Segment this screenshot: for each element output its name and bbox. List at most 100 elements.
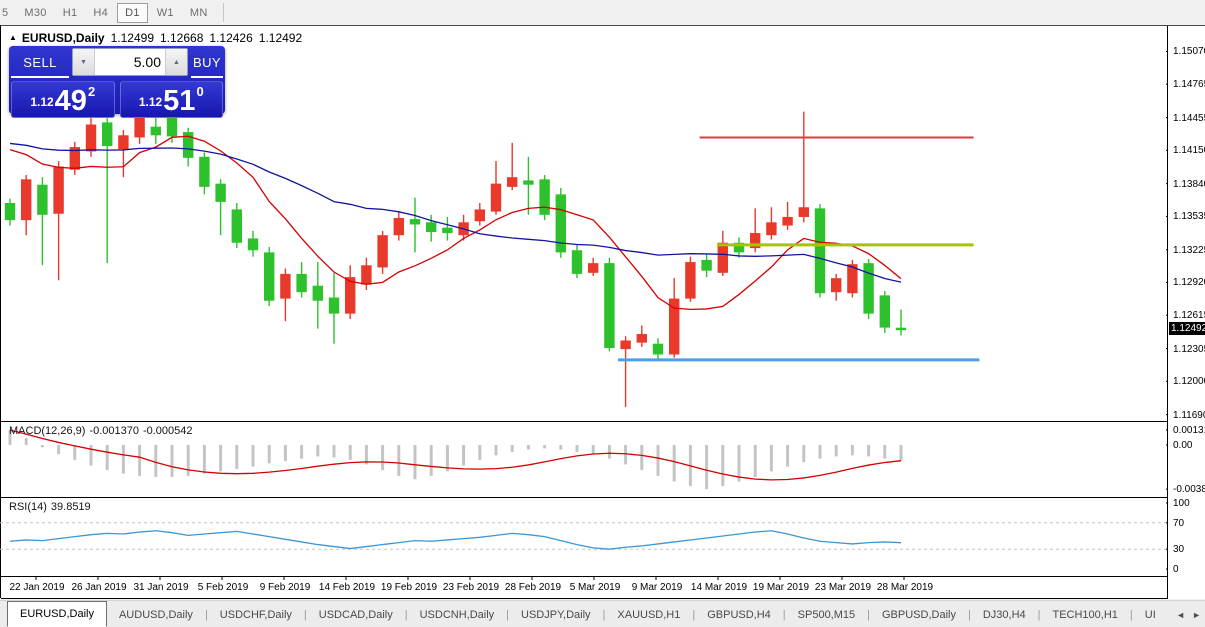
chart-tab-dj30-h4[interactable]: DJ30,H4 xyxy=(973,603,1036,627)
buy-quote-tile[interactable]: 1.12 51 0 xyxy=(119,81,223,118)
date-axis-label: 5 Feb 2019 xyxy=(197,582,249,593)
sell-price-prefix: 1.12 xyxy=(30,95,54,109)
timeframe-toolbar: 5 M30 H1 H4 D1 W1 MN xyxy=(0,0,1205,25)
tab-separator: | xyxy=(692,609,696,621)
tab-separator: | xyxy=(204,609,208,621)
volume-input[interactable] xyxy=(95,49,165,75)
chart-tab-sp500-m15[interactable]: SP500,M15 xyxy=(788,603,865,627)
date-axis-label: 23 Feb 2019 xyxy=(442,582,500,593)
bar-high-value: 1.12668 xyxy=(160,31,204,45)
volume-decrease-button[interactable]: ▼ xyxy=(73,49,95,75)
timeframe-button-mn[interactable]: MN xyxy=(183,4,215,22)
date-axis-label: 23 Mar 2019 xyxy=(814,582,872,593)
one-click-trading-panel: SELL ▼ ▲ BUY 1.12 49 2 1.12 51 0 xyxy=(9,46,225,118)
tab-separator: | xyxy=(404,609,408,621)
symbol-period-label: EURUSD,Daily xyxy=(21,31,105,45)
tab-separator: | xyxy=(782,609,786,621)
date-axis-label: 19 Mar 2019 xyxy=(752,582,810,593)
price-axis-label: 1.15070 xyxy=(1173,46,1205,58)
macd-pane-separator[interactable] xyxy=(1,421,1167,422)
macd-axis-label: 0.001313 xyxy=(1173,425,1205,436)
toolbar-separator xyxy=(222,3,224,22)
price-axis-label: 1.12000 xyxy=(1173,376,1205,388)
macd-value: -0.001370 xyxy=(89,425,139,437)
macd-axis-label: 0.00 xyxy=(1173,440,1193,451)
date-axis-label: 28 Feb 2019 xyxy=(504,582,562,593)
price-axis-label: 1.13840 xyxy=(1173,178,1205,190)
tab-scroll-right-icon[interactable]: ► xyxy=(1192,610,1201,620)
chart-tab-usdchf-daily[interactable]: USDCHF,Daily xyxy=(210,603,302,627)
chart-title: ▲ EURUSD,Daily 1.12499 1.12668 1.12426 1.1249… xyxy=(9,31,302,45)
rsi-axis-label: 70 xyxy=(1173,517,1185,529)
triangle-up-icon: ▲ xyxy=(173,58,180,66)
chart-bottom-border xyxy=(1,598,1167,599)
macd-axis-label: -0.00386 xyxy=(1173,484,1205,496)
chart-tab-tech100-h1[interactable]: TECH100,H1 xyxy=(1042,603,1127,627)
macd-label: MACD(12,26,9) -0.001370 -0.000542 xyxy=(9,425,197,437)
tab-separator: | xyxy=(867,609,870,621)
tab-separator: | xyxy=(506,609,510,621)
rsi-value: 39.8519 xyxy=(50,501,91,513)
price-axis-label: 1.14455 xyxy=(1173,112,1205,124)
price-axis-label: 1.14150 xyxy=(1173,145,1205,157)
trading-terminal: 5 M30 H1 H4 D1 W1 MN ▲ EURUSD,Daily 1.12499 1.126… xyxy=(0,0,1205,627)
chart-tab-usdjpy-daily[interactable]: USDJPY,Daily xyxy=(511,603,601,627)
rsi-name: RSI(14) xyxy=(9,501,47,513)
tab-separator: | xyxy=(602,609,606,621)
tab-separator: | xyxy=(967,609,971,621)
buy-price-prefix: 1.12 xyxy=(138,95,163,109)
timeframe-button-5[interactable]: 5 xyxy=(0,4,15,22)
price-axis[interactable]: 1.15070 1.14765 1.14455 1.14150 1.13840 1.135… xyxy=(1167,26,1205,599)
chart-tab-gbpusd-h4[interactable]: GBPUSD,H4 xyxy=(697,603,781,627)
tab-scroll-arrows: ◄ ► xyxy=(1170,610,1201,620)
tab-scroll-left-icon[interactable]: ◄ xyxy=(1176,610,1185,620)
date-axis-label: 14 Feb 2019 xyxy=(318,582,376,593)
date-axis-label: 31 Jan 2019 xyxy=(133,582,189,593)
timeframe-button-h4[interactable]: H4 xyxy=(86,4,115,22)
price-axis-label: 1.11690 xyxy=(1173,409,1205,421)
rsi-label: RSI(14) 39.8519 xyxy=(9,501,95,513)
date-axis-label: 28 Mar 2019 xyxy=(876,582,934,593)
chart-tab-audusd-daily[interactable]: AUDUSD,Daily xyxy=(109,603,203,627)
date-axis-label: 9 Feb 2019 xyxy=(259,582,311,593)
chart-tab-xauusd-h1[interactable]: XAUUSD,H1 xyxy=(607,603,690,627)
price-axis-label: 1.13535 xyxy=(1173,211,1205,223)
date-axis-label: 19 Feb 2019 xyxy=(380,582,438,593)
price-axis-label: 1.12615 xyxy=(1173,310,1205,322)
bar-low-value: 1.12426 xyxy=(209,31,253,45)
chart-tab-usdcnh-daily[interactable]: USDCNH,Daily xyxy=(410,603,505,627)
chart-tab-usdcad-daily[interactable]: USDCAD,Daily xyxy=(309,603,403,627)
date-axis-label: 9 Mar 2019 xyxy=(631,582,683,593)
chart-tab-bar: EURUSD,Daily AUDUSD,Daily | USDCHF,Daily | US… xyxy=(0,600,1205,627)
sell-price-pip: 2 xyxy=(87,84,96,99)
buy-price-big: 51 xyxy=(163,85,196,118)
chart-window[interactable]: ▲ EURUSD,Daily 1.12499 1.12668 1.12426 1.1249… xyxy=(0,25,1205,599)
rsi-pane-separator[interactable] xyxy=(1,497,1167,498)
price-axis-label: 1.12305 xyxy=(1173,343,1205,355)
volume-increase-button[interactable]: ▲ xyxy=(165,49,187,75)
bar-close-value: 1.12492 xyxy=(258,31,303,45)
volume-spinner: ▼ ▲ xyxy=(72,48,188,76)
timeframe-button-m30[interactable]: M30 xyxy=(17,4,53,22)
chart-tab-gbpusd-daily[interactable]: GBPUSD,Daily xyxy=(872,603,966,627)
buy-button[interactable]: BUY xyxy=(191,48,223,78)
triangle-down-icon: ▼ xyxy=(80,58,87,66)
sell-button[interactable]: SELL xyxy=(11,48,69,78)
current-price-badge: 1.12492 xyxy=(1169,322,1205,336)
timeframe-button-w1[interactable]: W1 xyxy=(150,4,181,22)
chart-tab-ui[interactable]: UI xyxy=(1135,603,1166,627)
macd-name: MACD(12,26,9) xyxy=(9,425,86,437)
price-axis-label: 1.12920 xyxy=(1173,277,1205,289)
timeframe-button-h1[interactable]: H1 xyxy=(56,4,85,22)
date-axis-separator xyxy=(1,576,1167,577)
collapse-panel-icon[interactable]: ▲ xyxy=(9,33,17,42)
tab-separator: | xyxy=(1037,609,1041,621)
date-axis-label: 5 Mar 2019 xyxy=(569,582,621,593)
buy-price-pip: 0 xyxy=(196,84,204,99)
macd-signal-value: -0.000542 xyxy=(142,425,193,437)
timeframe-button-d1[interactable]: D1 xyxy=(117,2,148,23)
chart-tab-eurusd-daily[interactable]: EURUSD,Daily xyxy=(7,601,107,627)
tab-separator: | xyxy=(303,609,307,621)
sell-quote-tile[interactable]: 1.12 49 2 xyxy=(11,81,115,118)
price-axis-label: 1.14765 xyxy=(1173,79,1205,91)
